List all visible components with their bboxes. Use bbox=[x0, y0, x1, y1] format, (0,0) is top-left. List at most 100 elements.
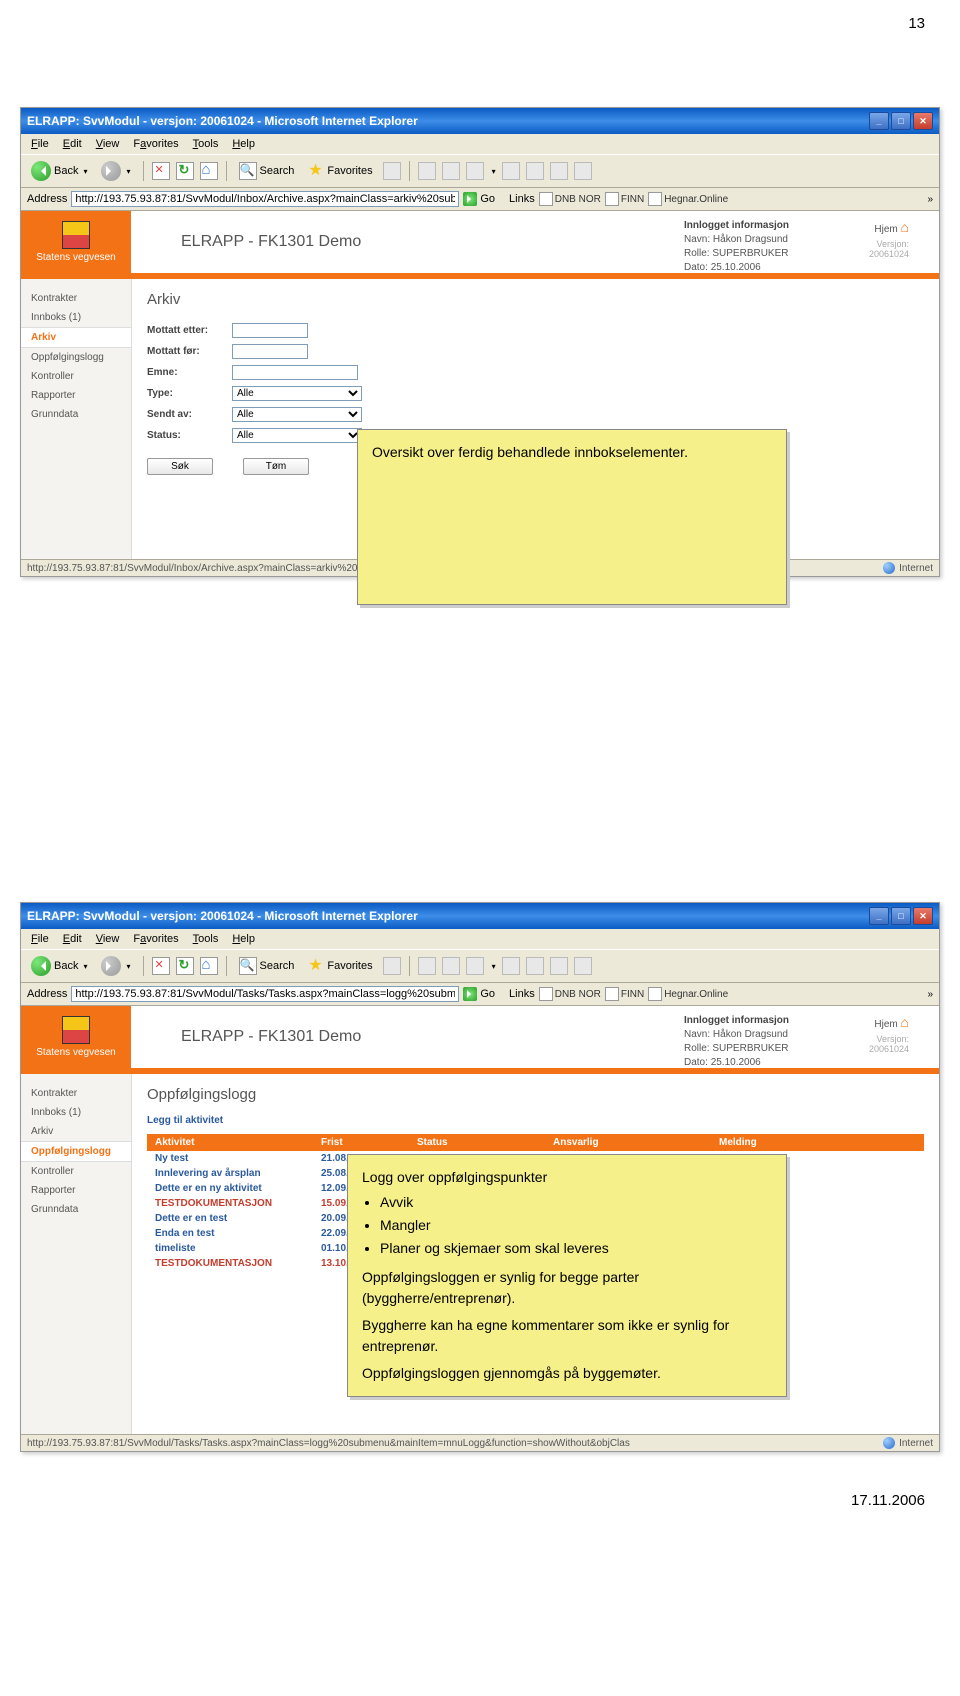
menu-help[interactable]: Help bbox=[226, 931, 261, 947]
sidebar-item-logg[interactable]: Oppfølgingslogg bbox=[21, 348, 131, 367]
label-status: Status: bbox=[147, 430, 232, 441]
refresh-button[interactable] bbox=[176, 957, 194, 975]
refresh-button[interactable] bbox=[176, 162, 194, 180]
add-activity-link[interactable]: Legg til aktivitet bbox=[147, 1115, 924, 1126]
sidebar-item-rapporter[interactable]: Rapporter bbox=[21, 386, 131, 405]
stop-button[interactable] bbox=[152, 162, 170, 180]
menu-tools[interactable]: Tools bbox=[187, 136, 225, 152]
favorites-button[interactable]: Favorites bbox=[304, 161, 376, 181]
minimize-button[interactable]: _ bbox=[869, 112, 889, 130]
close-button[interactable]: ✕ bbox=[913, 907, 933, 925]
sidebar-item-innboks[interactable]: Innboks (1) bbox=[21, 1103, 131, 1122]
sidebar-item-grunndata[interactable]: Grunndata bbox=[21, 405, 131, 424]
link-dnb[interactable]: DNB NOR bbox=[539, 192, 601, 206]
tool-icon-2[interactable] bbox=[526, 957, 544, 975]
address-label: Address bbox=[27, 988, 67, 1000]
input-mottatt-for[interactable] bbox=[232, 344, 308, 359]
tool-icon-1[interactable] bbox=[502, 957, 520, 975]
select-status[interactable]: Alle bbox=[232, 428, 362, 443]
menu-favorites[interactable]: Favorites bbox=[127, 931, 184, 947]
annotation-callout: Oversikt over ferdig behandlede innbokse… bbox=[357, 429, 787, 605]
link-dnb[interactable]: DNB NOR bbox=[539, 987, 601, 1001]
window-titlebar: ELRAPP: SvvModul - versjon: 20061024 - M… bbox=[21, 108, 939, 134]
address-input[interactable] bbox=[71, 986, 459, 1002]
stop-button[interactable] bbox=[152, 957, 170, 975]
login-info: Innlogget informasjon Navn: Håkon Dragsu… bbox=[684, 1014, 789, 1070]
menu-bar: File Edit View Favorites Tools Help bbox=[21, 929, 939, 949]
history-button[interactable] bbox=[383, 162, 401, 180]
menu-tools[interactable]: Tools bbox=[187, 931, 225, 947]
input-emne[interactable] bbox=[232, 365, 358, 380]
mail-button[interactable] bbox=[418, 162, 436, 180]
link-finn[interactable]: FINN bbox=[605, 987, 644, 1001]
minimize-button[interactable]: _ bbox=[869, 907, 889, 925]
sidebar-item-rapporter[interactable]: Rapporter bbox=[21, 1181, 131, 1200]
clear-button[interactable]: Tøm bbox=[243, 458, 309, 475]
status-url: http://193.75.93.87:81/SvvModul/Tasks/Ta… bbox=[27, 1438, 630, 1449]
edit-button[interactable] bbox=[466, 162, 484, 180]
select-type[interactable]: Alle bbox=[232, 386, 362, 401]
sidebar-item-kontroller[interactable]: Kontroller bbox=[21, 1162, 131, 1181]
col-aktivitet: Aktivitet bbox=[147, 1134, 313, 1151]
home-button[interactable] bbox=[200, 162, 218, 180]
edit-button[interactable] bbox=[466, 957, 484, 975]
select-sendt-av[interactable]: Alle bbox=[232, 407, 362, 422]
link-hegnar[interactable]: Hegnar.Online bbox=[648, 987, 728, 1001]
links-expand[interactable]: » bbox=[927, 194, 933, 205]
sidebar-item-kontrakter[interactable]: Kontrakter bbox=[21, 1084, 131, 1103]
tool-icon-4[interactable] bbox=[574, 162, 592, 180]
label-emne: Emne: bbox=[147, 367, 232, 378]
back-button[interactable]: Back▾ bbox=[27, 954, 91, 978]
go-button[interactable]: Go bbox=[463, 192, 495, 206]
window-title: ELRAPP: SvvModul - versjon: 20061024 - M… bbox=[27, 114, 418, 128]
search-button-form[interactable]: Søk bbox=[147, 458, 213, 475]
link-hegnar[interactable]: Hegnar.Online bbox=[648, 192, 728, 206]
sidebar-item-kontrakter[interactable]: Kontrakter bbox=[21, 289, 131, 308]
print-button[interactable] bbox=[442, 162, 460, 180]
menu-view[interactable]: View bbox=[90, 931, 126, 947]
menu-help[interactable]: Help bbox=[226, 136, 261, 152]
tool-icon-1[interactable] bbox=[502, 162, 520, 180]
menu-edit[interactable]: Edit bbox=[57, 931, 88, 947]
sidebar-item-kontroller[interactable]: Kontroller bbox=[21, 367, 131, 386]
home-link[interactable]: Hjem ⌂ bbox=[874, 219, 909, 235]
print-button[interactable] bbox=[442, 957, 460, 975]
go-button[interactable]: Go bbox=[463, 987, 495, 1001]
sidebar-item-arkiv[interactable]: Arkiv bbox=[21, 327, 131, 348]
menu-favorites[interactable]: Favorites bbox=[127, 136, 184, 152]
favorites-button[interactable]: Favorites bbox=[304, 956, 376, 976]
back-button[interactable]: Back▾ bbox=[27, 159, 91, 183]
menu-file[interactable]: File bbox=[25, 931, 55, 947]
forward-button[interactable]: ▾ bbox=[97, 954, 134, 978]
tool-icon-3[interactable] bbox=[550, 162, 568, 180]
forward-button[interactable]: ▾ bbox=[97, 159, 134, 183]
input-mottatt-etter[interactable] bbox=[232, 323, 308, 338]
home-link[interactable]: Hjem ⌂ bbox=[874, 1014, 909, 1030]
address-input[interactable] bbox=[71, 191, 459, 207]
menu-view[interactable]: View bbox=[90, 136, 126, 152]
maximize-button[interactable]: □ bbox=[891, 112, 911, 130]
back-icon bbox=[31, 161, 51, 181]
tool-icon-3[interactable] bbox=[550, 957, 568, 975]
search-button[interactable]: Search bbox=[235, 160, 299, 182]
sidebar-item-grunndata[interactable]: Grunndata bbox=[21, 1200, 131, 1219]
history-button[interactable] bbox=[383, 957, 401, 975]
search-button[interactable]: Search bbox=[235, 955, 299, 977]
sidebar-item-logg[interactable]: Oppfølgingslogg bbox=[21, 1141, 131, 1162]
links-expand[interactable]: » bbox=[927, 989, 933, 1000]
sidebar-item-arkiv[interactable]: Arkiv bbox=[21, 1122, 131, 1141]
tool-icon-4[interactable] bbox=[574, 957, 592, 975]
maximize-button[interactable]: □ bbox=[891, 907, 911, 925]
main-content: Oppfølgingslogg Legg til aktivitet Aktiv… bbox=[132, 1074, 939, 1434]
home-button[interactable] bbox=[200, 957, 218, 975]
tool-icon-2[interactable] bbox=[526, 162, 544, 180]
mail-button[interactable] bbox=[418, 957, 436, 975]
menu-edit[interactable]: Edit bbox=[57, 136, 88, 152]
sidebar-item-innboks[interactable]: Innboks (1) bbox=[21, 308, 131, 327]
menu-file[interactable]: File bbox=[25, 136, 55, 152]
link-finn[interactable]: FINN bbox=[605, 192, 644, 206]
forward-icon bbox=[101, 161, 121, 181]
close-button[interactable]: ✕ bbox=[913, 112, 933, 130]
toolbar: Back▾ ▾ Search Favorites ▾ bbox=[21, 949, 939, 983]
search-icon bbox=[239, 957, 257, 975]
